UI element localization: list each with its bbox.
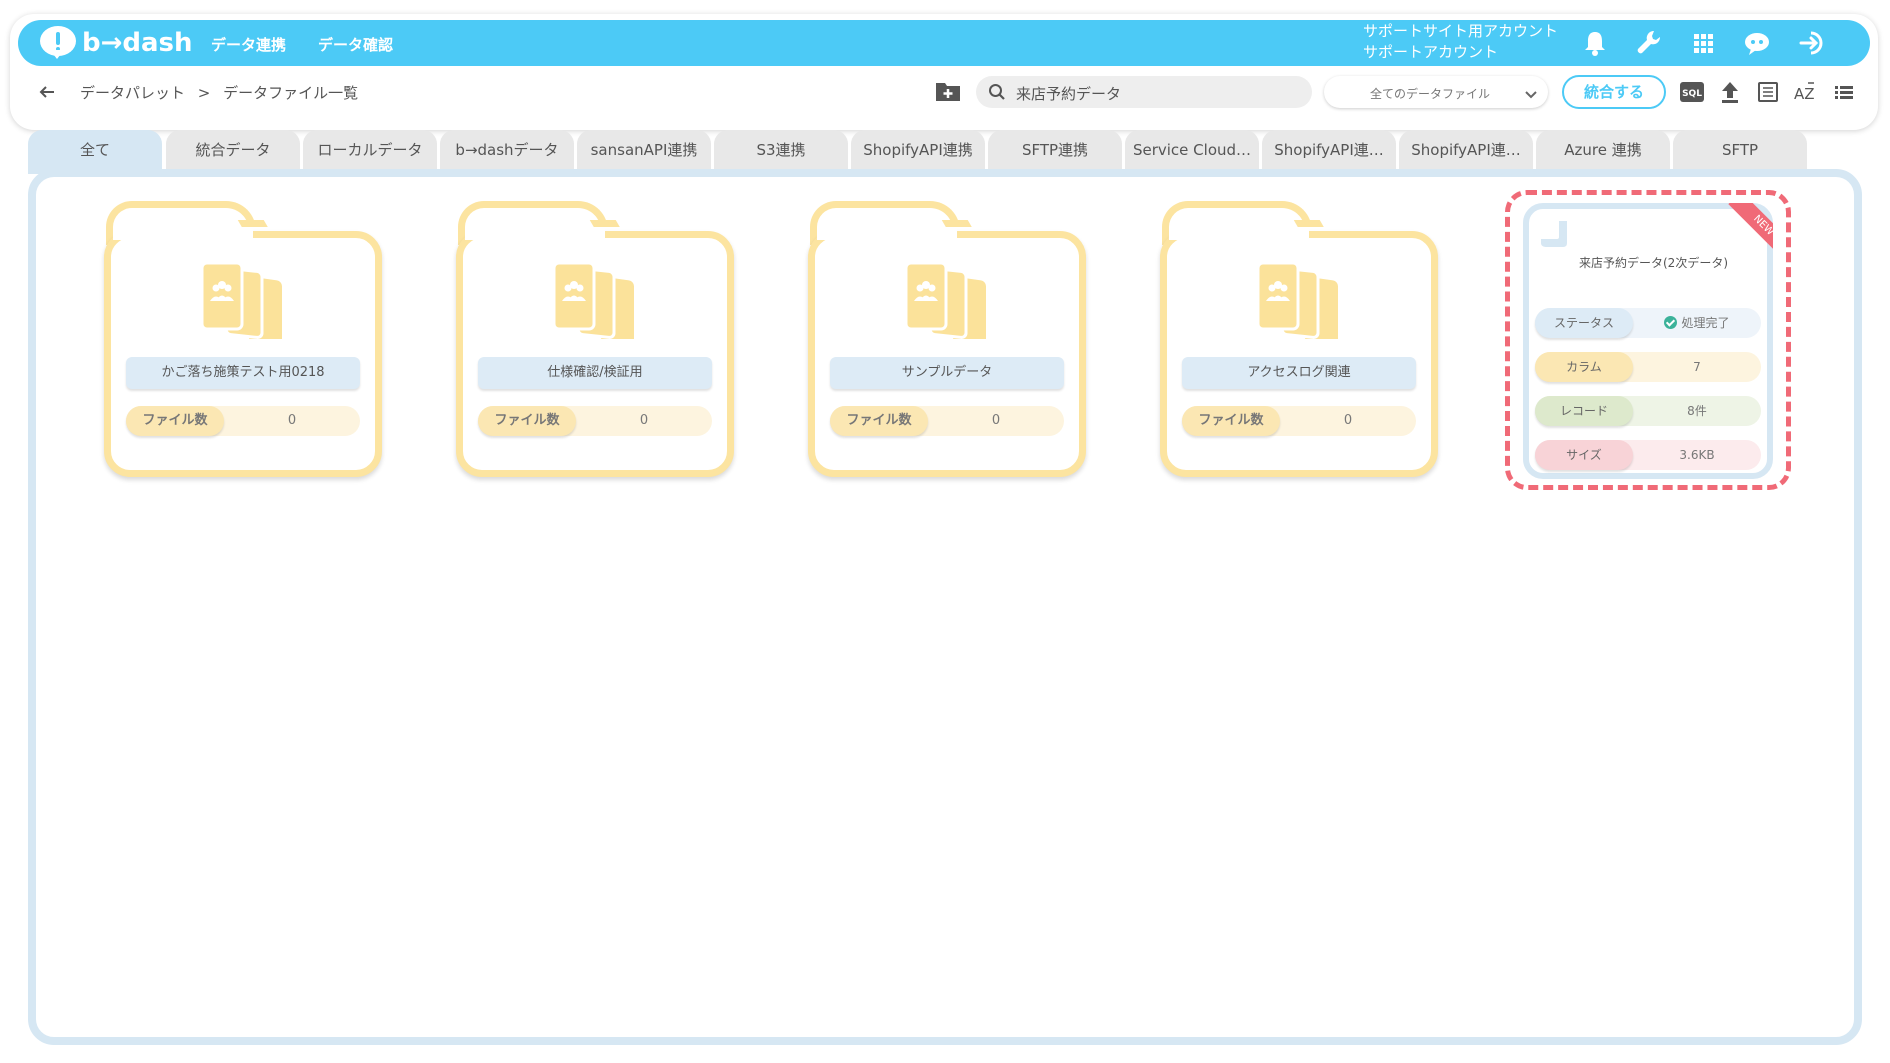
folder-tab-joint <box>817 228 957 240</box>
file-count-value: 0 <box>639 413 649 428</box>
logo-text: b→dash <box>82 28 193 58</box>
column-label: カラム <box>1535 352 1633 382</box>
new-badge: NEW <box>1717 203 1773 259</box>
tab-all[interactable]: 全て <box>28 130 162 174</box>
tab-shopify-api-2[interactable]: ShopifyAPI連… <box>1262 130 1396 170</box>
add-folder-icon[interactable] <box>934 78 962 104</box>
folder-name: サンプルデータ <box>830 357 1064 389</box>
folder-card[interactable]: サンプルデータ ファイル数 0 <box>808 201 1086 477</box>
nav-data-integration[interactable]: データ連携 <box>211 34 286 55</box>
tab-sftp[interactable]: SFTP <box>1673 130 1807 170</box>
file-count-row: ファイル数 0 <box>1182 406 1416 436</box>
status-label: ステータス <box>1535 308 1633 338</box>
folder-name: アクセスログ関連 <box>1182 357 1416 389</box>
list-view-icon[interactable] <box>1754 78 1782 106</box>
account-line-1: サポートサイト用アカウント <box>1363 22 1559 40</box>
sort-az-icon[interactable]: AZ <box>1792 78 1820 106</box>
file-count-label: ファイル数 <box>830 406 928 436</box>
breadcrumb-item-palette[interactable]: データパレット <box>80 84 185 102</box>
record-label: レコード <box>1535 396 1633 426</box>
column-row: カラム 7 <box>1535 352 1761 382</box>
data-file-card[interactable]: NEW 来店予約データ(2次データ) ステータス 処理完了 カラム 7 レコード… <box>1523 203 1773 479</box>
size-label: サイズ <box>1535 440 1633 470</box>
data-files-icon <box>196 261 290 345</box>
account-info[interactable]: サポートサイト用アカウント サポートアカウント <box>1363 21 1558 63</box>
sql-icon[interactable]: SQL <box>1678 78 1706 106</box>
folder-card[interactable]: 仕様確認/検証用 ファイル数 0 <box>456 201 734 477</box>
breadcrumb-item-current: データファイル一覧 <box>223 84 359 102</box>
tab-sansan-api[interactable]: sansanAPI連携 <box>577 130 711 170</box>
folder-tab-joint <box>113 228 253 240</box>
folder-tab-joint <box>1169 228 1309 240</box>
status-row: ステータス 処理完了 <box>1535 308 1761 338</box>
file-count-row: ファイル数 0 <box>126 406 360 436</box>
data-files-icon <box>900 261 994 345</box>
file-count-label: ファイル数 <box>126 406 224 436</box>
data-files-icon <box>548 261 642 345</box>
logo-bubble-icon <box>40 26 76 59</box>
tab-shopify-api-3[interactable]: ShopifyAPI連… <box>1399 130 1533 170</box>
wrench-icon[interactable] <box>1632 26 1666 60</box>
file-count-row: ファイル数 0 <box>830 406 1064 436</box>
file-count-label: ファイル数 <box>478 406 576 436</box>
tab-service-cloud[interactable]: Service Cloud… <box>1125 130 1259 170</box>
file-filter-select[interactable]: 全てのデータファイル <box>1324 76 1548 108</box>
check-circle-icon <box>1664 316 1678 329</box>
bell-icon[interactable] <box>1578 26 1612 60</box>
grid-icon[interactable] <box>1686 26 1720 60</box>
breadcrumb-separator: > <box>197 84 211 102</box>
tab-bdash-data[interactable]: b→dashデータ <box>440 130 574 170</box>
svg-text:AZ: AZ <box>1794 85 1815 103</box>
file-count-label: ファイル数 <box>1182 406 1280 436</box>
folder-card[interactable]: かご落ち施策テスト用0218 ファイル数 0 <box>104 201 382 477</box>
search-input[interactable]: 来店予約データ <box>976 76 1312 108</box>
status-value: 処理完了 <box>1633 308 1761 338</box>
folder-name: かご落ち施策テスト用0218 <box>126 357 360 389</box>
column-value: 7 <box>1693 360 1701 374</box>
file-count-value: 0 <box>287 413 297 428</box>
tab-azure[interactable]: Azure 連携 <box>1536 130 1670 170</box>
merge-button[interactable]: 統合する <box>1562 75 1666 109</box>
size-value: 3.6KB <box>1679 448 1715 462</box>
tab-merged-data[interactable]: 統合データ <box>166 130 300 170</box>
nav-data-check[interactable]: データ確認 <box>318 34 393 55</box>
data-files-icon <box>1252 261 1346 345</box>
upload-icon[interactable] <box>1716 78 1744 106</box>
folder-card[interactable]: アクセスログ関連 ファイル数 0 <box>1160 201 1438 477</box>
chevron-down-icon <box>1524 86 1538 99</box>
record-value: 8件 <box>1687 404 1707 418</box>
file-filter-value: 全てのデータファイル <box>1370 87 1491 101</box>
top-bar: b→dash データ連携 データ確認 サポートサイト用アカウント サポートアカウ… <box>18 20 1870 66</box>
new-badge-label: NEW <box>1728 203 1773 259</box>
logo[interactable]: b→dash <box>40 25 193 61</box>
tab-shopify-api[interactable]: ShopifyAPI連携 <box>851 130 985 170</box>
status-text: 処理完了 <box>1681 316 1730 330</box>
menu-list-icon[interactable] <box>1830 78 1858 106</box>
file-count-value: 0 <box>991 413 1001 428</box>
data-file-title: 来店予約データ(2次データ) <box>1579 256 1728 270</box>
search-value: 来店予約データ <box>1016 85 1122 103</box>
size-row: サイズ 3.6KB <box>1535 440 1761 470</box>
record-row: レコード 8件 <box>1535 396 1761 426</box>
svg-text:SQL: SQL <box>1682 89 1702 99</box>
folder-tab-joint <box>465 228 605 240</box>
search-icon <box>988 83 1006 101</box>
file-corner-icon <box>1539 219 1569 249</box>
folder-name: 仕様確認/検証用 <box>478 357 712 389</box>
data-file-highlight: NEW 来店予約データ(2次データ) ステータス 処理完了 カラム 7 レコード… <box>1505 190 1791 490</box>
tab-sftp-link[interactable]: SFTP連携 <box>988 130 1122 170</box>
tab-local-data[interactable]: ローカルデータ <box>303 130 437 170</box>
back-arrow-icon[interactable] <box>36 81 58 103</box>
file-count-row: ファイル数 0 <box>478 406 712 436</box>
sub-toolbar: データパレット > データファイル一覧 来店予約データ 全てのデータファイル 統… <box>10 68 1878 128</box>
header: b→dash データ連携 データ確認 サポートサイト用アカウント サポートアカウ… <box>10 14 1878 130</box>
chatbot-icon[interactable] <box>1740 26 1774 60</box>
logout-icon[interactable] <box>1796 26 1830 60</box>
account-line-2: サポートアカウント <box>1363 43 1499 61</box>
breadcrumb: データパレット > データファイル一覧 <box>80 82 366 103</box>
file-count-value: 0 <box>1343 413 1353 428</box>
tab-s3[interactable]: S3連携 <box>714 130 848 170</box>
